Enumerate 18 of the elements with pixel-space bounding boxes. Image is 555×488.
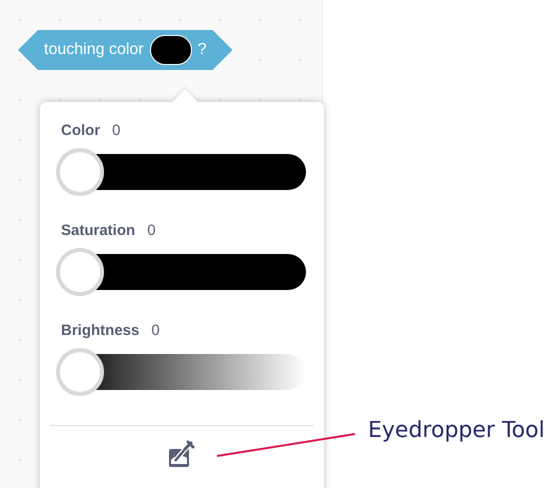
slider-label: Color <box>61 122 100 141</box>
eyedropper-icon[interactable] <box>168 440 196 468</box>
slider[interactable] <box>56 148 306 196</box>
slider[interactable] <box>56 348 306 396</box>
sensing-block[interactable]: touching color ? <box>18 30 233 70</box>
slider[interactable] <box>56 248 306 296</box>
question-mark: ? <box>198 41 207 59</box>
block-label: touching color <box>44 41 144 59</box>
slider-value: 0 <box>147 222 156 241</box>
slider-value: 0 <box>151 322 160 341</box>
callout-label: Eyedropper Tool <box>368 418 545 443</box>
slider-value: 0 <box>112 122 121 141</box>
slider-label: Brightness <box>61 322 140 341</box>
slider-thumb[interactable] <box>56 348 104 396</box>
slider-thumb[interactable] <box>56 148 104 196</box>
color-swatch[interactable] <box>150 35 192 65</box>
slider-thumb[interactable] <box>56 248 104 296</box>
slider-label: Saturation <box>61 222 136 241</box>
